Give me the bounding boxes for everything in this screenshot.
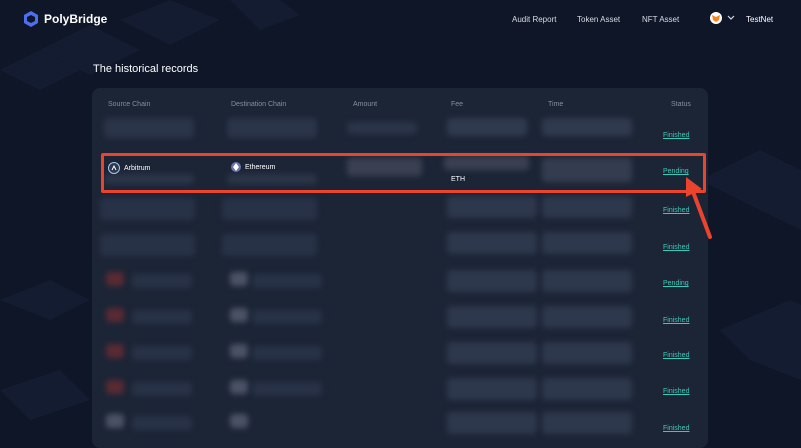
header-source-chain: Source Chain	[108, 101, 151, 108]
wallet-menu[interactable]	[710, 12, 735, 24]
top-navigation-bar: PolyBridge Audit Report Token Asset NFT …	[0, 0, 801, 40]
status-link[interactable]: Finished	[663, 317, 689, 324]
nav-nft-asset[interactable]: NFT Asset	[642, 15, 679, 24]
header-destination-chain: Destination Chain	[231, 101, 287, 108]
network-label: TestNet	[746, 15, 774, 24]
highlight-box	[101, 153, 706, 193]
status-link[interactable]: Finished	[663, 388, 689, 395]
status-link[interactable]: Finished	[663, 425, 689, 432]
brand-logo[interactable]: PolyBridge	[24, 11, 107, 27]
header-status: Status	[671, 101, 691, 108]
header-time: Time	[548, 101, 564, 108]
header-amount: Amount	[353, 101, 378, 108]
polybridge-logo-icon	[24, 11, 38, 27]
brand-name: PolyBridge	[44, 12, 108, 26]
header-fee: Fee	[451, 101, 464, 108]
status-link[interactable]: Finished	[663, 352, 689, 359]
status-link[interactable]: Finished	[663, 244, 689, 251]
nav-token-asset[interactable]: Token Asset	[577, 15, 620, 24]
status-link[interactable]: Pending	[663, 280, 689, 287]
page-title: The historical records	[93, 63, 199, 75]
nav-audit-report[interactable]: Audit Report	[512, 15, 556, 24]
fox-icon	[710, 12, 722, 24]
chevron-down-icon	[727, 15, 735, 20]
history-table: Source Chain Destination Chain Amount Fe…	[92, 88, 708, 448]
status-link[interactable]: Finished	[663, 132, 689, 139]
annotation-arrow-icon	[686, 177, 712, 239]
